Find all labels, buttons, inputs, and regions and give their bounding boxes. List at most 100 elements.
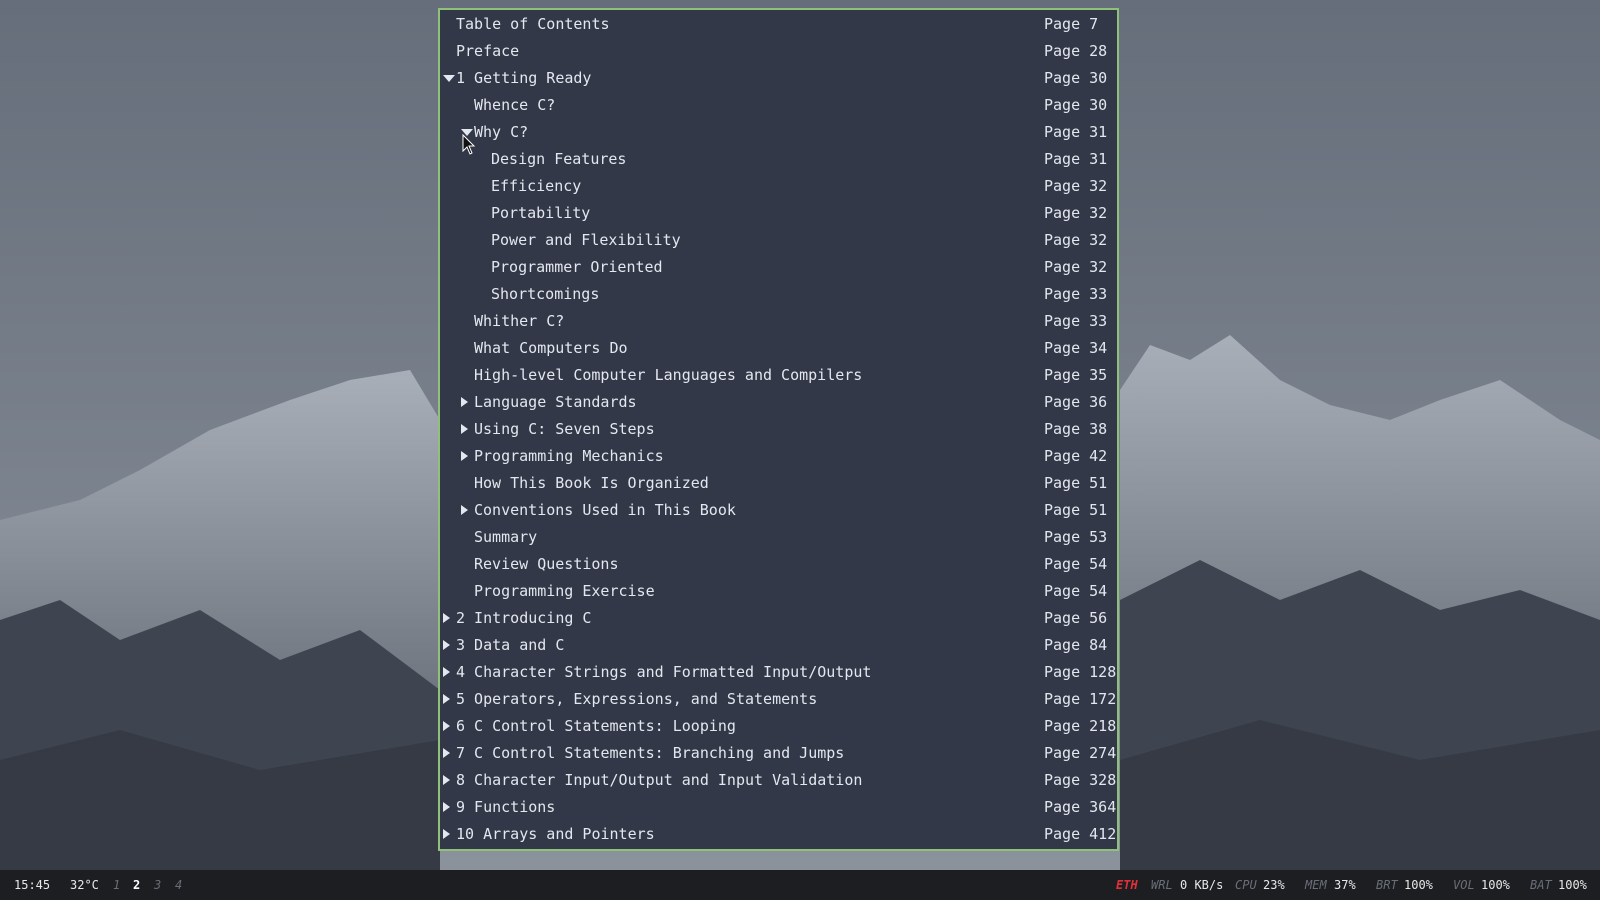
toc-entry[interactable]: Preface Page 28 — [440, 38, 1117, 65]
toc-entry-page: Page 274 — [1044, 744, 1117, 762]
collapse-arrow-icon[interactable] — [443, 75, 455, 82]
expand-arrow-icon[interactable] — [443, 748, 450, 758]
toc-entry-page: Page 128 — [1044, 663, 1117, 681]
cpu-label: CPU — [1235, 878, 1257, 892]
toc-entry-title: Programmer Oriented — [491, 258, 663, 276]
toc-entry[interactable]: Using C: Seven Steps Page 38 — [440, 416, 1117, 443]
expand-arrow-icon[interactable] — [461, 424, 468, 434]
toc-entry[interactable]: 6 C Control Statements: Looping Page 218 — [440, 713, 1117, 740]
toc-entry-page: Page 7 — [1044, 15, 1099, 33]
expand-arrow-icon[interactable] — [443, 829, 450, 839]
toc-entry-page: Page 32 — [1044, 258, 1108, 276]
expand-arrow-icon[interactable] — [443, 640, 450, 650]
toc-entry-title: 1 Getting Ready — [456, 69, 592, 87]
toc-entry-title: Whence C? — [474, 96, 556, 114]
toc-entry[interactable]: Conventions Used in This Book Page 51 — [440, 497, 1117, 524]
toc-entry-page: Page 34 — [1044, 339, 1108, 357]
expand-arrow-icon[interactable] — [443, 667, 450, 677]
toc-entry[interactable]: Efficiency Page 32 — [440, 173, 1117, 200]
toc-entry[interactable]: 3 Data and C Page 84 — [440, 632, 1117, 659]
toc-entry[interactable]: Summary Page 53 — [440, 524, 1117, 551]
bat-label: BAT — [1530, 878, 1552, 892]
toc-entry-title: Whither C? — [474, 312, 565, 330]
toc-entry[interactable]: 2 Introducing C Page 56 — [440, 605, 1117, 632]
toc-entry[interactable]: Why C? Page 31 — [440, 119, 1117, 146]
toc-entry-title: 2 Introducing C — [456, 609, 592, 627]
toc-entry[interactable]: 4 Character Strings and Formatted Input/… — [440, 659, 1117, 686]
toc-entry[interactable]: Table of Contents Page 7 — [440, 11, 1117, 38]
toc-entry[interactable]: Programming Mechanics Page 42 — [440, 443, 1117, 470]
toc-entry[interactable]: Language Standards Page 36 — [440, 389, 1117, 416]
expand-arrow-icon[interactable] — [443, 721, 450, 731]
expand-arrow-icon[interactable] — [443, 613, 450, 623]
toc-entry-page: Page 33 — [1044, 312, 1108, 330]
toc-entry[interactable]: 7 C Control Statements: Branching and Ju… — [440, 740, 1117, 767]
toc-entry[interactable]: Whither C? Page 33 — [440, 308, 1117, 335]
toc-entry-page: Page 53 — [1044, 528, 1108, 546]
toc-entry-page: Page 364 — [1044, 798, 1117, 816]
toc-entry-title: 10 Arrays and Pointers — [456, 825, 655, 843]
toc-entry-page: Page 42 — [1044, 447, 1108, 465]
bat-value: 100% — [1558, 878, 1587, 892]
toc-entry[interactable]: Programmer Oriented Page 32 — [440, 254, 1117, 281]
toc-entry[interactable]: Power and Flexibility Page 32 — [440, 227, 1117, 254]
toc-entry-page: Page 31 — [1044, 150, 1108, 168]
workspace-2[interactable]: 2 — [133, 870, 140, 900]
toc-entry-page: Page 32 — [1044, 177, 1108, 195]
toc-entry-title: Using C: Seven Steps — [474, 420, 655, 438]
toc-entry-page: Page 54 — [1044, 555, 1108, 573]
toc-entry[interactable]: 1 Getting Ready Page 30 — [440, 65, 1117, 92]
toc-entry[interactable]: High-level Computer Languages and Compil… — [440, 362, 1117, 389]
toc-entry[interactable]: Design Features Page 31 — [440, 146, 1117, 173]
toc-entry-page: Page 30 — [1044, 96, 1108, 114]
toc-entry[interactable]: Review Questions Page 54 — [440, 551, 1117, 578]
toc-entry-page: Page 172 — [1044, 690, 1117, 708]
toc-entry-page: Page 30 — [1044, 69, 1108, 87]
toc-entry-title: Design Features — [491, 150, 627, 168]
toc-entry-title: 3 Data and C — [456, 636, 565, 654]
toc-entry[interactable]: What Computers Do Page 34 — [440, 335, 1117, 362]
toc-entry-title: How This Book Is Organized — [474, 474, 709, 492]
toc-entry-page: Page 218 — [1044, 717, 1117, 735]
toc-entry[interactable]: Whence C? Page 30 — [440, 92, 1117, 119]
toc-entry-title: Programming Exercise — [474, 582, 655, 600]
toc-entry-title: Programming Mechanics — [474, 447, 664, 465]
toc-entry[interactable]: 8 Character Input/Output and Input Valid… — [440, 767, 1117, 794]
toc-entry[interactable]: 5 Operators, Expressions, and Statements… — [440, 686, 1117, 713]
expand-arrow-icon[interactable] — [461, 505, 468, 515]
toc-entry[interactable]: Shortcomings Page 33 — [440, 281, 1117, 308]
toc-entry[interactable]: 9 Functions Page 364 — [440, 794, 1117, 821]
toc-entry-page: Page 84 — [1044, 636, 1108, 654]
toc-entry-page: Page 412 — [1044, 825, 1117, 843]
toc-entry-page: Page 28 — [1044, 42, 1108, 60]
toc-entry-title: 6 C Control Statements: Looping — [456, 717, 736, 735]
toc-entry-title: High-level Computer Languages and Compil… — [474, 366, 863, 384]
toc-entry-title: Preface — [456, 42, 520, 60]
wrl-value: 0 KB/s — [1180, 878, 1224, 892]
workspace-4[interactable]: 4 — [175, 870, 182, 900]
toc-entry[interactable]: Portability Page 32 — [440, 200, 1117, 227]
toc-entry[interactable]: How This Book Is Organized Page 51 — [440, 470, 1117, 497]
temperature-readout: 32°C — [70, 878, 99, 892]
toc-entry-title: Language Standards — [474, 393, 637, 411]
toc-entry-title: Why C? — [474, 123, 529, 141]
vol-label: VOL — [1453, 878, 1475, 892]
expand-arrow-icon[interactable] — [443, 802, 450, 812]
toc-entry-page: Page 51 — [1044, 501, 1108, 519]
expand-arrow-icon[interactable] — [443, 775, 450, 785]
expand-arrow-icon[interactable] — [461, 397, 468, 407]
table-of-contents-panel: Table of Contents Page 7 Preface Page 28 1 G… — [438, 8, 1119, 851]
workspace-3[interactable]: 3 — [154, 870, 161, 900]
expand-arrow-icon[interactable] — [461, 451, 468, 461]
mouse-pointer-icon — [462, 134, 476, 155]
expand-arrow-icon[interactable] — [443, 694, 450, 704]
toc-entry-page: Page 35 — [1044, 366, 1108, 384]
toc-entry[interactable]: Programming Exercise Page 54 — [440, 578, 1117, 605]
toc-entry-page: Page 38 — [1044, 420, 1108, 438]
toc-entry[interactable]: 10 Arrays and Pointers Page 412 — [440, 821, 1117, 848]
toc-entry-title: Portability — [491, 204, 591, 222]
toc-entry-title: Efficiency — [491, 177, 582, 195]
toc-entry-title: Table of Contents — [456, 15, 610, 33]
mem-value: 37% — [1334, 878, 1356, 892]
workspace-1[interactable]: 1 — [113, 870, 120, 900]
